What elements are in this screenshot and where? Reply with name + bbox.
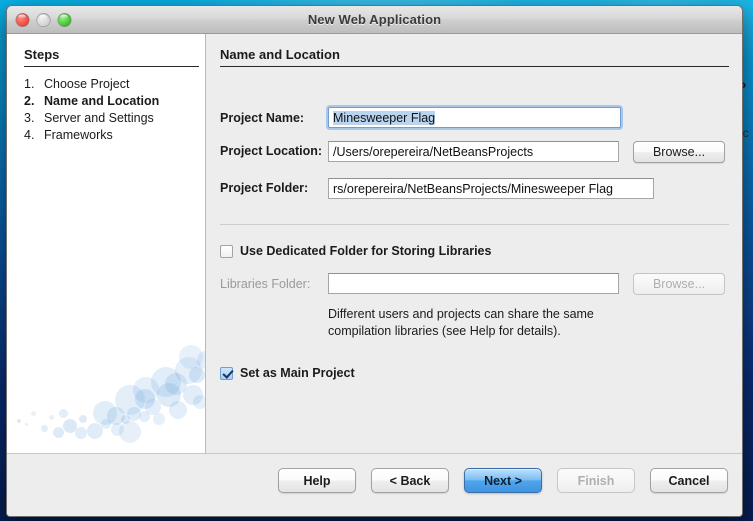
browse-libraries-button: Browse... bbox=[633, 273, 725, 295]
step-label: Server and Settings bbox=[44, 111, 154, 125]
step-label: Choose Project bbox=[44, 77, 130, 91]
dialog-footer: Help < Back Next > Finish Cancel bbox=[7, 453, 742, 516]
project-location-input[interactable]: /Users/orepereira/NetBeansProjects bbox=[328, 141, 619, 162]
set-as-main-project-checkbox-row[interactable]: Set as Main Project bbox=[220, 366, 355, 380]
help-button[interactable]: Help bbox=[278, 468, 356, 493]
panel-heading: Name and Location bbox=[220, 47, 340, 62]
panel-divider bbox=[220, 66, 729, 67]
libraries-help-text: Different users and projects can share t… bbox=[328, 307, 594, 338]
steps-divider bbox=[24, 66, 199, 67]
back-button[interactable]: < Back bbox=[371, 468, 449, 493]
zoom-button[interactable] bbox=[58, 13, 71, 26]
window-title: New Web Application bbox=[307, 12, 442, 27]
set-as-main-project-checkbox[interactable] bbox=[220, 366, 233, 380]
project-name-value: Minesweeper Flag bbox=[333, 110, 436, 125]
name-and-location-panel: Name and Location Project Name: Mineswee… bbox=[206, 34, 742, 453]
libraries-folder-input[interactable] bbox=[328, 273, 619, 294]
new-web-application-dialog: New Web Application Steps 1. Choose Proj… bbox=[6, 5, 743, 517]
section-divider bbox=[220, 224, 729, 225]
use-dedicated-folder-checkbox[interactable] bbox=[220, 244, 233, 258]
minimize-button[interactable] bbox=[37, 13, 50, 26]
window-controls bbox=[16, 13, 71, 26]
finish-button: Finish bbox=[557, 468, 635, 493]
step-number: 4. bbox=[24, 128, 35, 142]
step-item-1: 1. Choose Project bbox=[24, 76, 199, 93]
project-location-label: Project Location: bbox=[220, 144, 323, 158]
step-item-4: 4. Frameworks bbox=[24, 127, 199, 144]
set-as-main-project-label: Set as Main Project bbox=[240, 366, 355, 380]
project-name-label: Project Name: bbox=[220, 111, 305, 125]
step-number: 2. bbox=[24, 94, 35, 108]
libraries-folder-label: Libraries Folder: bbox=[220, 277, 311, 291]
project-folder-label: Project Folder: bbox=[220, 181, 309, 195]
steps-panel: Steps 1. Choose Project 2. Name and Loca… bbox=[7, 34, 206, 453]
use-dedicated-folder-label: Use Dedicated Folder for Storing Librari… bbox=[240, 244, 492, 258]
project-name-input[interactable]: Minesweeper Flag bbox=[328, 107, 621, 128]
project-location-value: /Users/orepereira/NetBeansProjects bbox=[333, 144, 534, 159]
bubbles-decoration bbox=[7, 323, 205, 453]
dialog-content: Steps 1. Choose Project 2. Name and Loca… bbox=[7, 34, 742, 453]
step-number: 3. bbox=[24, 111, 35, 125]
step-number: 1. bbox=[24, 77, 35, 91]
title-bar[interactable]: New Web Application bbox=[7, 6, 742, 34]
step-item-3: 3. Server and Settings bbox=[24, 110, 199, 127]
steps-heading: Steps bbox=[24, 47, 60, 62]
project-folder-input[interactable]: rs/orepereira/NetBeansProjects/Minesweep… bbox=[328, 178, 654, 199]
close-button[interactable] bbox=[16, 13, 29, 26]
browse-location-button[interactable]: Browse... bbox=[633, 141, 725, 163]
cancel-button[interactable]: Cancel bbox=[650, 468, 728, 493]
step-label: Name and Location bbox=[44, 94, 160, 108]
project-folder-value: rs/orepereira/NetBeansProjects/Minesweep… bbox=[333, 181, 613, 196]
use-dedicated-folder-checkbox-row[interactable]: Use Dedicated Folder for Storing Librari… bbox=[220, 244, 491, 258]
steps-list: 1. Choose Project 2. Name and Location 3… bbox=[24, 76, 199, 144]
step-label: Frameworks bbox=[44, 128, 113, 142]
step-item-2: 2. Name and Location bbox=[24, 93, 199, 110]
next-button[interactable]: Next > bbox=[464, 468, 542, 493]
footer-button-group: Help < Back Next > Finish Cancel bbox=[278, 468, 728, 493]
